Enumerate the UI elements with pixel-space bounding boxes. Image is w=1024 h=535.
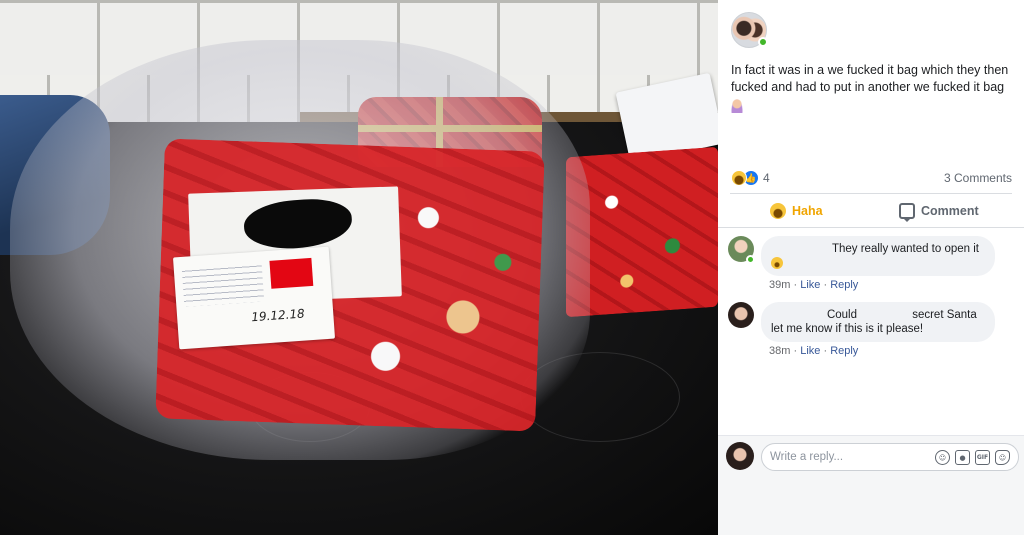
commenter-avatar[interactable]: [728, 302, 754, 328]
post-text: In fact it was in a we fucked it bag whi…: [731, 62, 1016, 118]
haha-reaction-icon: [731, 170, 747, 186]
comment-label: Comment: [921, 204, 979, 218]
divider: [718, 227, 1024, 228]
haha-button[interactable]: Haha: [770, 200, 823, 222]
comment-time[interactable]: 38m: [769, 345, 790, 357]
royal-mail-label: 19.12.18: [172, 246, 336, 350]
reply-link[interactable]: Reply: [830, 279, 858, 291]
haha-label: Haha: [792, 204, 823, 218]
comment-icon: [899, 203, 915, 222]
comments-count-link[interactable]: 3 Comments: [944, 171, 1012, 185]
comment-time[interactable]: 39m: [769, 279, 790, 291]
divider: [730, 193, 1012, 194]
woman-emoji-icon: [731, 99, 743, 113]
comment-text: They really wanted to open it: [831, 243, 979, 255]
comment-bubble: Could secret Santa let me know if this i…: [761, 302, 995, 342]
like-link[interactable]: Like: [800, 345, 820, 357]
reply-placeholder: Write a reply...: [770, 451, 844, 463]
sticker-icon[interactable]: ☺: [995, 450, 1010, 465]
post-panel: In fact it was in a we fucked it bag whi…: [718, 0, 1024, 535]
comment-text-part: Could: [826, 309, 857, 321]
comments-list: They really wanted to open it 39m · Like…: [718, 229, 1024, 435]
post-text-body: In fact it was in a we fucked it bag whi…: [731, 63, 1009, 94]
emoji-icon[interactable]: ☺: [935, 450, 950, 465]
reply-composer: Write a reply... ☺ ● GIF ☺: [718, 435, 1024, 535]
reaction-summary[interactable]: 👍 4: [731, 170, 770, 186]
reaction-count: 4: [763, 171, 770, 185]
haha-icon: [770, 203, 786, 219]
comment-text-line-1: Could secret Santa: [771, 308, 985, 322]
reply-input[interactable]: Write a reply... ☺ ● GIF ☺: [761, 443, 1019, 471]
online-indicator-icon: [746, 255, 755, 264]
comment-text-part: secret Santa: [912, 309, 977, 321]
camera-icon[interactable]: ●: [955, 450, 970, 465]
like-link[interactable]: Like: [800, 279, 820, 291]
gif-icon[interactable]: GIF: [975, 450, 990, 465]
comment-meta: 39m · Like · Reply: [769, 279, 859, 291]
comment-bubble: They really wanted to open it: [761, 236, 995, 276]
reply-link[interactable]: Reply: [830, 345, 858, 357]
online-indicator-icon: [758, 37, 768, 47]
label-text-lines: [181, 261, 265, 307]
post-photo[interactable]: 19.12.18: [0, 0, 718, 535]
current-user-avatar: [726, 442, 754, 470]
reply-tools: ☺ ● GIF ☺: [935, 450, 1010, 465]
laughing-emoji-icon: [771, 257, 783, 270]
comment-text-line-2: let me know if this is it please!: [771, 323, 924, 335]
royal-mail-logo: [269, 257, 314, 289]
comment-meta: 38m · Like · Reply: [769, 345, 859, 357]
comment-button[interactable]: Comment: [899, 200, 979, 222]
label-date: 19.12.18: [250, 306, 306, 325]
